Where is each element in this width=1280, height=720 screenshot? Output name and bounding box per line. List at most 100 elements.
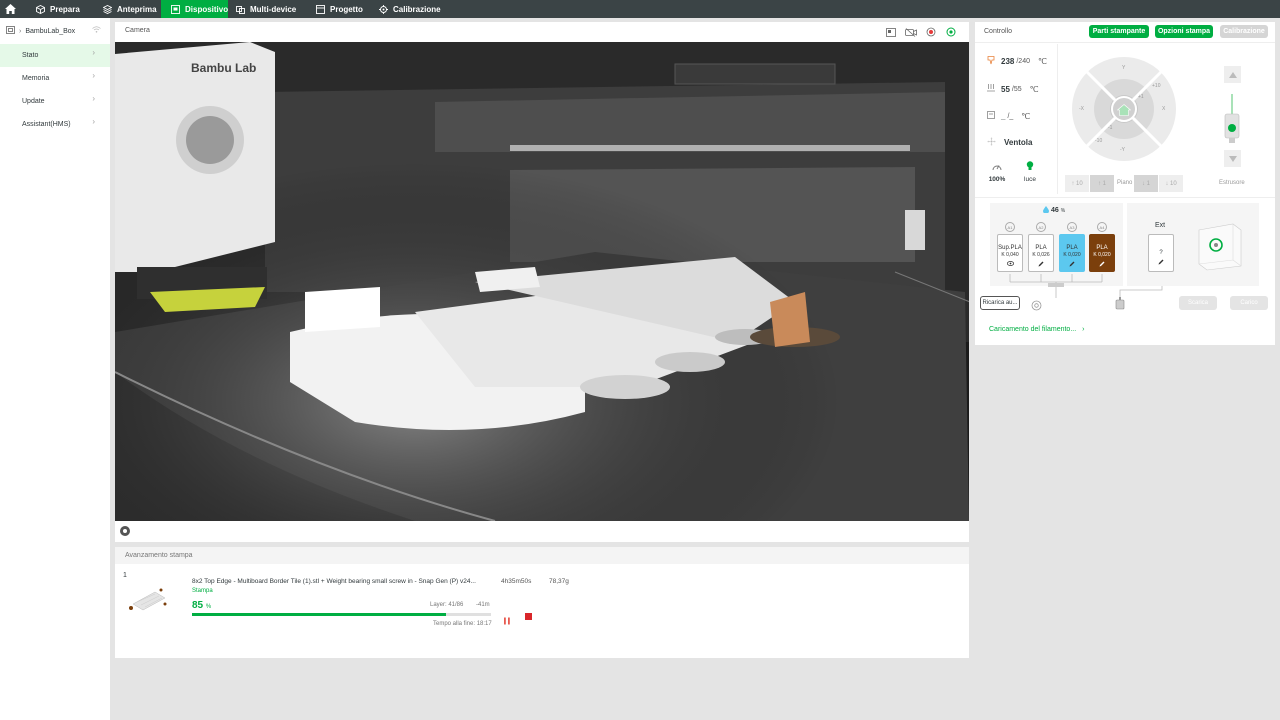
reload-button[interactable]: Ricarica au... [980, 296, 1020, 310]
nozzle-temp-current: 238 [1001, 57, 1015, 66]
filament-type: PLA [1035, 245, 1047, 251]
button-label: Calibrazione [1223, 28, 1265, 35]
ams-slot-4[interactable]: PLA K 0,020 [1089, 234, 1115, 272]
sidebar-item-assistant-hms[interactable]: Assistant(HMS) › [0, 113, 110, 136]
nozzle-temp-target: /240 [1016, 58, 1030, 65]
light-label: luce [1024, 176, 1036, 183]
nozzle-temperature[interactable]: 238 /240 ℃ [987, 56, 1047, 67]
ams-settings-icon[interactable] [1031, 298, 1042, 316]
button-label: 1 [1146, 180, 1150, 187]
calibration-button[interactable]: Calibrazione [1220, 25, 1268, 38]
ext-slot[interactable]: ? [1148, 234, 1174, 272]
sidebar-item-label: Update [22, 98, 45, 105]
bed-down-10-button[interactable]: ↓ 10 [1159, 175, 1183, 192]
ext-slot-type: ? [1159, 250, 1163, 256]
bed-temperature[interactable]: 55 /55 ℃ [987, 84, 1039, 94]
home-icon[interactable] [0, 0, 20, 18]
tab-dispositivo[interactable]: Dispositivo [161, 0, 228, 18]
record-icon[interactable] [925, 26, 937, 38]
tab-progetto[interactable]: Progetto [311, 0, 373, 18]
settings-icon[interactable] [945, 26, 957, 38]
jog-up-button[interactable]: Y [1122, 65, 1125, 71]
device-name: BambuLab_Box [25, 27, 76, 35]
sd-card-icon[interactable] [885, 26, 897, 38]
chevron-right-icon: › [19, 27, 22, 35]
camera-header: Camera [115, 22, 969, 42]
tab-prepara[interactable]: Prepara [20, 0, 88, 18]
chamber-icon [987, 111, 995, 121]
multi-device-icon [236, 5, 245, 14]
print-progress-panel: Avanzamento stampa 1 8x2 Top Edge - Mult… [115, 547, 969, 658]
tab-anteprima[interactable]: Anteprima [88, 0, 161, 18]
filament-k-value: K 0,020 [1093, 252, 1111, 258]
tab-calibrazione[interactable]: Calibrazione [373, 0, 463, 18]
chamber-temp-current: _ [1001, 111, 1006, 121]
eye-icon [1006, 261, 1014, 269]
light-control[interactable]: luce [1020, 158, 1040, 186]
button-label: Opzioni stampa [1157, 28, 1211, 35]
sidebar-item-memoria[interactable]: Memoria › [0, 67, 110, 90]
home-axes-button[interactable] [1116, 103, 1132, 116]
printer-parts-button[interactable]: Parti stampante [1089, 25, 1149, 38]
speed-value: 100% [988, 176, 1006, 183]
button-label: 10 [1169, 180, 1177, 187]
layer-info: Layer: 41/86 [430, 602, 464, 608]
tab-multi-device[interactable]: Multi-device [228, 0, 311, 18]
jog-plus10-button[interactable]: +10 [1152, 83, 1160, 89]
tab-label: Anteprima [117, 4, 157, 14]
printer-body-icon [1195, 222, 1243, 272]
jog-down-button[interactable]: -Y [1120, 147, 1125, 153]
filament-type: Sup.PLA [998, 245, 1022, 251]
speed-gauge-icon [987, 158, 1007, 171]
jog-minus1-button[interactable]: -1 [1108, 125, 1112, 131]
end-time: Tempo alla fine: 18:17 [433, 621, 492, 627]
light-bulb-icon [1020, 158, 1040, 170]
chamber-temp-target: /_ [1007, 112, 1014, 120]
ams-slot-2[interactable]: PLA K 0,026 [1028, 234, 1054, 272]
tab-label: Dispositivo [185, 4, 229, 14]
progress-title: Avanzamento stampa [125, 552, 193, 559]
arrow-up-icon: ↑ [1097, 180, 1101, 187]
ams-slot-3[interactable]: PLA K 0,020 [1059, 234, 1085, 272]
tab-label: Prepara [50, 4, 80, 14]
ext-label: Ext [1155, 222, 1166, 229]
sidebar-item-update[interactable]: Update › [0, 90, 110, 113]
stop-recording-button[interactable] [120, 526, 130, 536]
jog-right-button[interactable]: X [1162, 106, 1165, 112]
chamber-temperature[interactable]: _ /_ ℃ [987, 111, 1030, 121]
jog-plus1-button[interactable]: +1 [1138, 94, 1144, 100]
jog-minus10-button[interactable]: -10 [1095, 138, 1102, 144]
pause-button[interactable] [503, 612, 511, 625]
speed-control[interactable]: 100% [987, 158, 1007, 186]
chevron-right-icon: › [92, 117, 95, 126]
unload-button[interactable]: Scarica [1179, 296, 1217, 310]
load-button[interactable]: Carico [1230, 296, 1268, 310]
device-selector[interactable]: › BambuLab_Box [0, 18, 110, 44]
control-panel: Controllo Parti stampante Opzioni stampa… [975, 22, 1275, 345]
printer-icon [6, 26, 15, 36]
arrow-up-icon: ↑ [1071, 180, 1075, 187]
fan-icon [987, 137, 996, 148]
calibration-icon [379, 4, 388, 14]
filament-loading-link[interactable]: Caricamento del filamento... › [989, 326, 1084, 333]
fan-control[interactable]: Ventola [987, 137, 1032, 148]
jog-left-button[interactable]: -X [1079, 106, 1084, 112]
bed-up-10-button[interactable]: ↑ 10 [1065, 175, 1089, 192]
stop-button[interactable] [525, 613, 532, 620]
device-sidebar: › BambuLab_Box Stato › Memoria › Update … [0, 18, 110, 720]
print-options-button[interactable]: Opzioni stampa [1155, 25, 1213, 38]
edit-icon [1158, 259, 1164, 267]
extruder-up-button[interactable] [1224, 66, 1241, 83]
filament-k-value: K 0,026 [1032, 252, 1050, 258]
bed-temp-unit: ℃ [1029, 84, 1039, 94]
camera-off-icon[interactable] [905, 26, 917, 38]
sidebar-item-stato[interactable]: Stato › [0, 44, 110, 67]
arrow-down-icon: ↓ [1165, 180, 1169, 187]
print-status: Stampa [192, 588, 213, 594]
bed-up-1-button[interactable]: ↑ 1 [1090, 175, 1114, 192]
button-label: Ricarica au... [982, 300, 1018, 306]
extruder-down-button[interactable] [1224, 150, 1241, 167]
bed-down-1-button[interactable]: ↓ 1 [1134, 175, 1158, 192]
wifi-icon [92, 26, 101, 35]
ams-slot-1[interactable]: Sup.PLA K 0,040 [997, 234, 1023, 272]
